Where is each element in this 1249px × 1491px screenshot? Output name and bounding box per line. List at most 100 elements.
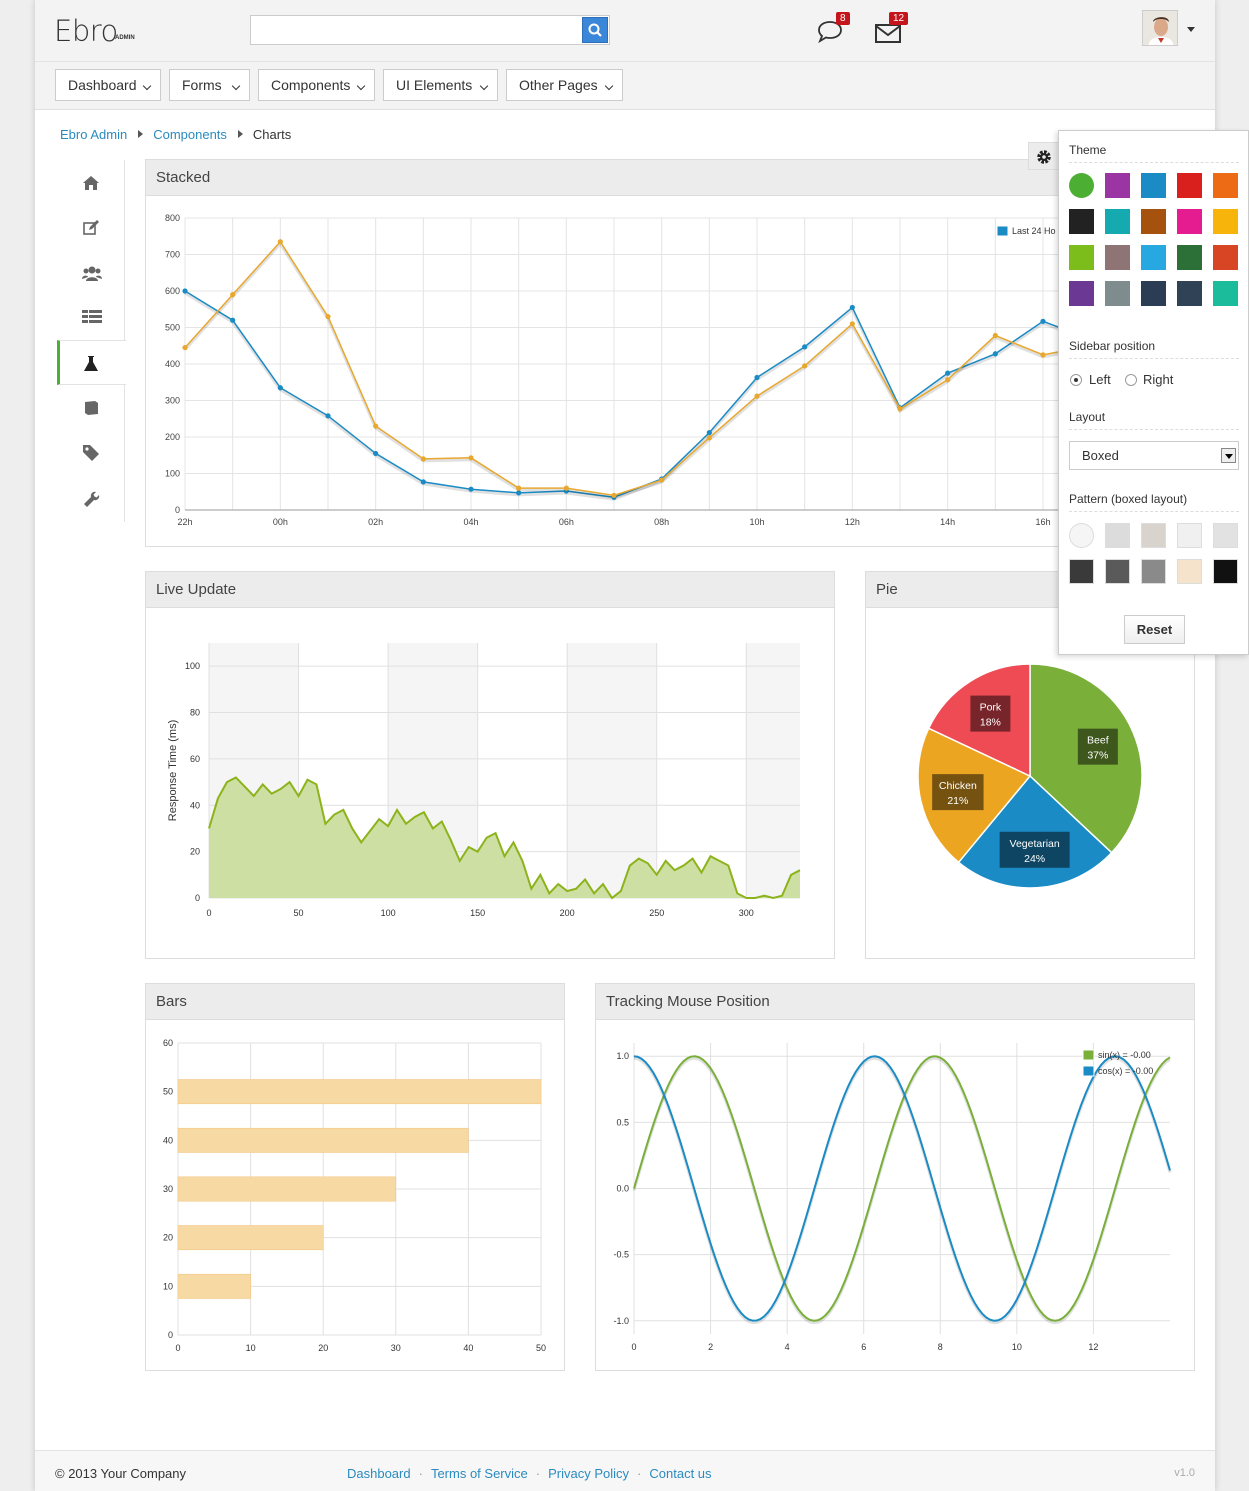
theme-swatch[interactable] <box>1105 281 1130 306</box>
data-point <box>182 288 188 294</box>
data-point <box>945 377 951 383</box>
x-tick-label: 10 <box>1012 1342 1022 1352</box>
tracking-chart: 1.0 0.5 0.0 -0.5 -1.0 0 2 4 6 8 10 12 sin(x) = -0.00… <box>613 1043 1172 1352</box>
footer-link-contact[interactable]: Contact us <box>649 1466 711 1481</box>
caret-right-icon <box>237 130 243 138</box>
theme-swatch[interactable] <box>1105 173 1130 198</box>
y-tick-label: 10 <box>163 1281 173 1291</box>
theme-swatch[interactable] <box>1213 209 1238 234</box>
nav-ui-elements[interactable]: UI Elements <box>383 69 498 101</box>
sidebar-item-charts[interactable] <box>57 340 126 385</box>
pattern-swatch[interactable] <box>1177 559 1202 584</box>
pattern-swatch[interactable] <box>1069 559 1094 584</box>
panel-tracking: Tracking Mouse Position 1.0 0.5 0.0 -0.5 -1.… <box>595 983 1195 1371</box>
pattern-swatch[interactable] <box>1213 559 1238 584</box>
footer-separator: · <box>535 1466 541 1481</box>
mail-button[interactable]: 12 <box>873 12 909 48</box>
bars-chart: 0 10 20 30 40 50 60 0 10 20 30 40 50 <box>163 1038 546 1353</box>
radio-right[interactable] <box>1125 374 1137 386</box>
pattern-swatch[interactable] <box>1177 523 1202 548</box>
main-nav: Dashboard Forms Components UI Elements O… <box>35 62 1215 110</box>
y-tick-label: -1.0 <box>613 1316 629 1326</box>
sidebar-item-tables[interactable] <box>57 295 125 340</box>
nav-forms[interactable]: Forms <box>169 69 250 101</box>
pie-percent: 24% <box>1024 853 1045 865</box>
theme-swatch[interactable] <box>1069 245 1094 270</box>
footer-link-privacy[interactable]: Privacy Policy <box>548 1466 629 1481</box>
comments-button[interactable]: 8 <box>815 12 850 48</box>
legend-swatch <box>1082 1049 1095 1061</box>
y-tick-label: 60 <box>190 754 200 764</box>
theme-swatch[interactable] <box>1177 245 1202 270</box>
y-tick-label: 1.0 <box>616 1051 629 1061</box>
data-point <box>1040 318 1046 324</box>
theme-swatch[interactable] <box>1177 281 1202 306</box>
wrench-icon <box>84 491 100 507</box>
search-box <box>250 15 610 45</box>
pattern-swatch[interactable] <box>1069 523 1094 548</box>
x-tick-label: 08h <box>654 517 669 527</box>
theme-swatch[interactable] <box>1105 245 1130 270</box>
sidebar-item-settings[interactable] <box>57 475 125 520</box>
sidebar-item-forms[interactable] <box>57 205 125 250</box>
panel-title: Live Update <box>146 572 834 608</box>
footer-link-dashboard[interactable]: Dashboard <box>347 1466 411 1481</box>
breadcrumb-link[interactable]: Components <box>153 127 227 142</box>
theme-swatch[interactable] <box>1141 173 1166 198</box>
theme-swatch[interactable] <box>1213 281 1238 306</box>
theme-swatch[interactable] <box>1105 209 1130 234</box>
x-tick-label: 12h <box>845 517 860 527</box>
reset-button[interactable]: Reset <box>1124 615 1185 644</box>
chevron-down-icon[interactable] <box>1187 27 1195 32</box>
avatar[interactable] <box>1142 10 1178 46</box>
layout-select[interactable]: Boxed <box>1069 441 1239 470</box>
style-switcher-panel: Theme Sidebar position Left Right Layout… <box>1058 130 1249 655</box>
style-switcher-toggle[interactable] <box>1028 142 1058 170</box>
mail-badge: 12 <box>889 12 909 25</box>
breadcrumb-link[interactable]: Ebro Admin <box>60 127 127 142</box>
x-tick-label: 10 <box>246 1343 256 1353</box>
nav-dashboard[interactable]: Dashboard <box>55 69 161 101</box>
data-point <box>849 304 855 311</box>
theme-swatch[interactable] <box>1069 281 1094 306</box>
theme-swatch[interactable] <box>1069 173 1094 198</box>
pattern-swatch[interactable] <box>1105 523 1130 548</box>
y-tick-label: 100 <box>165 469 180 479</box>
footer-separator: · <box>637 1466 642 1481</box>
pattern-swatch[interactable] <box>1105 559 1130 584</box>
radio-left[interactable] <box>1070 374 1082 386</box>
y-axis-label: Response Time (ms) <box>167 720 179 821</box>
search-button[interactable] <box>582 17 608 43</box>
footer-link-terms[interactable]: Terms of Service <box>431 1466 528 1481</box>
y-tick-label: 700 <box>165 250 180 260</box>
panel-stacked: Stacked 0 100 200 300 400 500 600 700 800 22h 00h 0… <box>145 159 1194 547</box>
y-tick-label: 30 <box>163 1184 173 1194</box>
data-point <box>706 435 712 441</box>
data-point <box>230 317 236 323</box>
theme-swatch[interactable] <box>1141 245 1166 270</box>
nav-components[interactable]: Components <box>258 69 375 101</box>
nav-other-pages[interactable]: Other Pages <box>506 69 623 101</box>
pattern-swatch[interactable] <box>1141 523 1166 548</box>
chevron-down-icon <box>231 81 241 91</box>
theme-swatch[interactable] <box>1069 209 1094 234</box>
theme-swatch[interactable] <box>1213 245 1238 270</box>
sidebar-item-docs[interactable] <box>57 385 125 430</box>
bar <box>177 1225 324 1251</box>
y-tick-label: 40 <box>163 1135 173 1145</box>
y-tick-label: 800 <box>165 213 180 223</box>
theme-swatch[interactable] <box>1141 281 1166 306</box>
theme-swatch[interactable] <box>1177 173 1202 198</box>
search-input[interactable] <box>255 17 575 43</box>
pattern-swatch[interactable] <box>1213 523 1238 548</box>
sidebar-item-tags[interactable] <box>57 430 125 475</box>
pattern-swatch[interactable] <box>1141 559 1166 584</box>
theme-swatch[interactable] <box>1177 209 1202 234</box>
sidebar-item-home[interactable] <box>57 160 125 205</box>
logo[interactable]: Ebro <box>54 14 118 48</box>
bar <box>177 1273 251 1299</box>
theme-swatch[interactable] <box>1213 173 1238 198</box>
y-tick-label: 50 <box>163 1087 173 1097</box>
theme-swatch[interactable] <box>1141 209 1166 234</box>
sidebar-item-users[interactable] <box>57 250 125 295</box>
